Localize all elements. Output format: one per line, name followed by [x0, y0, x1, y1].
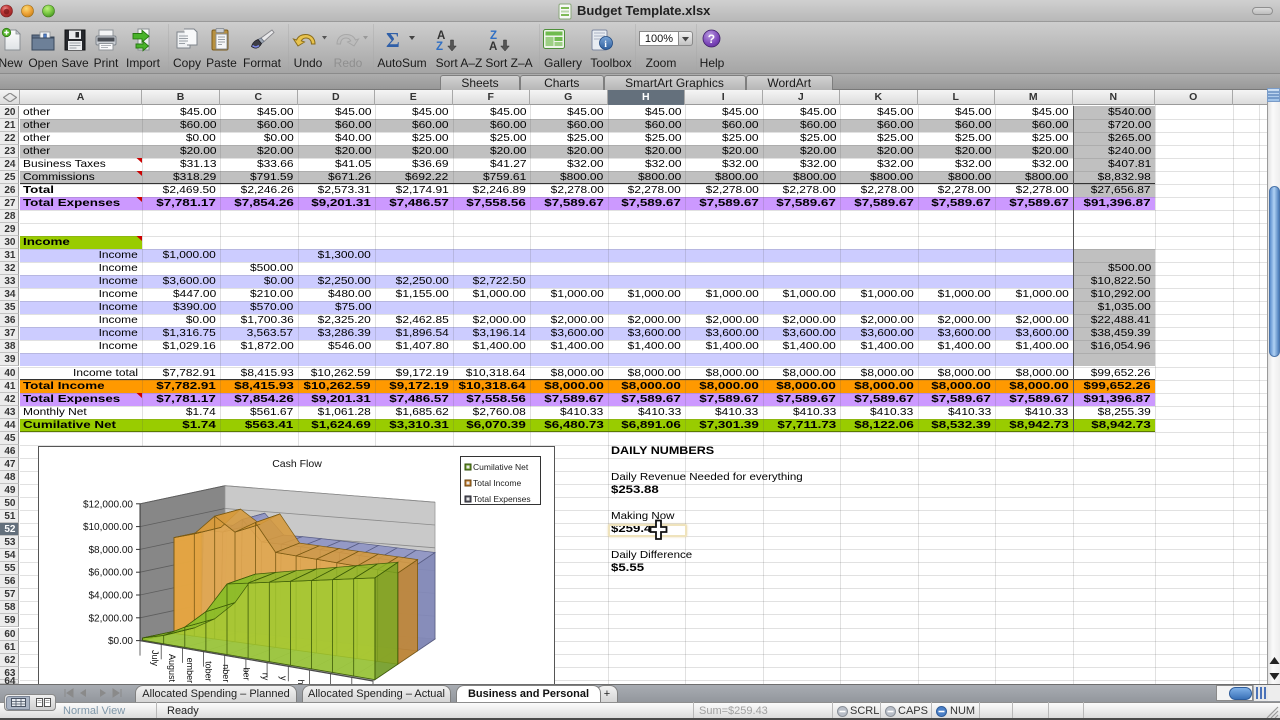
svg-text:y: y: [279, 676, 289, 681]
svg-text:Cash Flow: Cash Flow: [272, 458, 322, 470]
svg-text:August: August: [167, 654, 177, 683]
svg-text:Total Expenses: Total Expenses: [473, 494, 531, 504]
svg-text:Total Income: Total Income: [473, 478, 521, 488]
svg-text:ember: ember: [185, 658, 195, 684]
svg-text:i: i: [604, 40, 607, 50]
svg-text:$6,000.00: $6,000.00: [89, 568, 134, 579]
svg-text:nber: nber: [221, 664, 231, 682]
svg-text:$2,000.00: $2,000.00: [89, 613, 134, 624]
svg-text:Σ: Σ: [386, 28, 400, 52]
svg-text:ry: ry: [261, 673, 271, 681]
svg-text:$10,000.00: $10,000.00: [83, 522, 133, 533]
svg-text:Cumilative Net: Cumilative Net: [473, 462, 529, 472]
svg-text:?: ?: [708, 32, 715, 46]
svg-text:$0.00: $0.00: [108, 636, 133, 647]
svg-text:$8,000.00: $8,000.00: [89, 545, 134, 556]
svg-text:$4,000.00: $4,000.00: [89, 591, 134, 602]
svg-text:tober: tober: [204, 661, 214, 682]
svg-text:ber: ber: [241, 668, 251, 681]
svg-text:A: A: [489, 41, 497, 53]
svg-text:Z: Z: [436, 41, 443, 53]
svg-text:$12,000.00: $12,000.00: [83, 499, 133, 510]
svg-text:July: July: [150, 650, 160, 667]
